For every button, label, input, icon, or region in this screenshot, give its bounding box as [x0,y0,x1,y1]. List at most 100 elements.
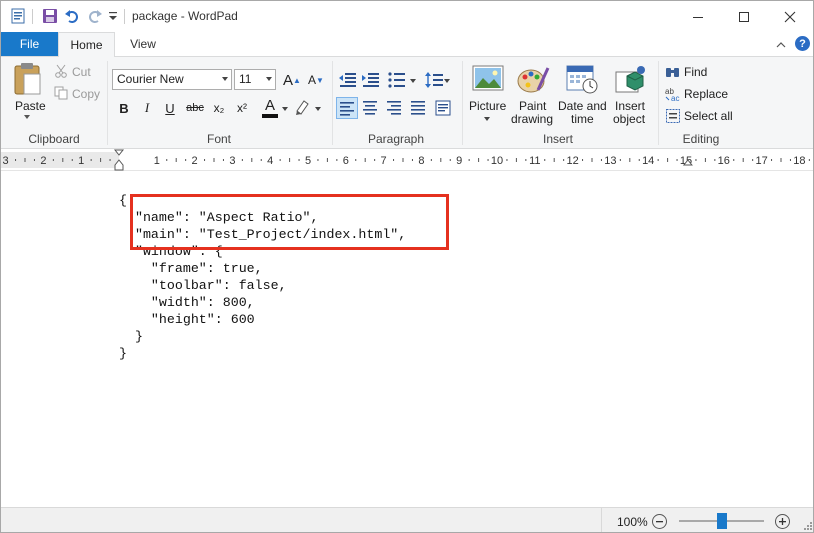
document-line[interactable]: "toolbar": false, [119,277,406,294]
ruler-tick [449,159,451,161]
wordpad-app-icon[interactable] [9,7,27,25]
undo-icon[interactable] [63,7,81,25]
ruler-tick [393,159,395,161]
bullets-button[interactable] [387,70,407,90]
paint-drawing-label-2[interactable]: drawing [511,112,553,126]
window-title: package - WordPad [132,9,238,23]
ruler-tick [600,159,602,161]
maximize-button[interactable] [721,1,767,32]
align-left-button[interactable] [336,97,358,119]
group-separator [462,61,463,145]
shrink-font-button[interactable]: A ▼ [305,69,327,91]
date-time-label-2[interactable]: time [571,112,594,126]
highlight-color-button[interactable] [291,97,313,119]
subscript-button[interactable]: x₂ [208,97,230,119]
select-all-button[interactable]: Select all [684,109,733,123]
line-spacing-icon [425,72,443,88]
ruler-tick [213,158,215,162]
ruler-tick [619,159,621,161]
ruler-tick [166,159,168,161]
document-line[interactable]: "height": 600 [119,311,406,328]
ruler-number: 17 [755,155,767,167]
select-all-icon [665,108,681,124]
paragraph-settings-button[interactable] [433,98,453,118]
italic-button[interactable]: I [136,97,158,119]
document-line[interactable]: "width": 800, [119,294,406,311]
align-right-button[interactable] [384,98,404,118]
ruler-number: 4 [267,155,273,167]
copy-button[interactable]: Copy [72,87,100,101]
increase-indent-button[interactable] [361,70,381,90]
align-right-icon [387,101,401,115]
customize-dropdown-icon[interactable] [106,7,120,25]
document-line[interactable]: } [119,345,406,362]
copy-icon [54,86,68,100]
line-spacing-dropdown-icon[interactable] [444,79,450,83]
resize-grip-icon[interactable] [801,521,813,532]
line-spacing-button[interactable] [424,70,444,90]
group-label-clipboard: Clipboard [28,132,80,146]
superscript-button[interactable]: x² [231,97,253,119]
ruler-tick [544,159,546,161]
zoom-level-text: 100% [617,515,648,529]
insert-object-label-2[interactable]: object [613,112,645,126]
redo-icon[interactable] [86,7,104,25]
paste-button[interactable]: Paste [15,99,46,113]
save-icon[interactable] [41,7,59,25]
cut-button[interactable]: Cut [72,65,91,79]
font-size-select[interactable]: 11 [234,69,276,90]
replace-button[interactable]: Replace [684,87,728,101]
ruler-number: 11 [529,155,540,167]
ruler-number: 3 [3,155,9,167]
picture-dropdown-icon[interactable] [484,117,490,121]
zoom-slider-thumb[interactable] [716,513,727,529]
decrease-indent-button[interactable] [338,70,358,90]
bold-button[interactable]: B [113,97,135,119]
paste-icon[interactable] [13,62,43,96]
text-color-button[interactable]: A [259,97,281,119]
ruler-tick [515,158,517,162]
date-time-label-1[interactable]: Date and [558,99,607,113]
close-button[interactable] [767,1,813,32]
grow-font-button[interactable]: A ▲ [281,69,303,91]
picture-button[interactable]: Picture [469,99,506,113]
tab-view[interactable]: View [118,32,168,56]
minimize-ribbon-icon[interactable] [775,39,787,49]
ruler-tick [326,158,328,162]
find-button[interactable]: Find [684,65,707,79]
text-color-dropdown-icon[interactable] [282,107,288,111]
align-center-button[interactable] [360,98,380,118]
ruler-tick [317,159,319,161]
document-line[interactable]: } [119,328,406,345]
paste-dropdown-icon[interactable] [24,115,30,119]
zoom-out-button[interactable] [652,514,667,529]
ribbon-home: Paste Cut Copy Clipboard Courier New 11 … [1,56,813,149]
zoom-in-button[interactable] [775,514,790,529]
ruler-tick [260,159,262,161]
tab-home[interactable]: Home [58,32,115,57]
insert-object-label-1[interactable]: Insert [615,99,645,113]
highlight-dropdown-icon[interactable] [315,107,321,111]
ruler-tick [563,159,565,161]
bullets-dropdown-icon[interactable] [410,79,416,83]
ruler[interactable]: 3 2 1 1 2 3 4 5 6 7 8 9 10 11 12 13 14 15 16 17 18 [1,149,813,171]
ruler-tick [742,158,744,162]
document-line[interactable]: "frame": true, [119,260,406,277]
ruler-tick [52,159,54,161]
justify-button[interactable] [408,98,428,118]
ruler-number: 14 [642,155,654,167]
ruler-tick [667,158,669,162]
strikethrough-button[interactable]: abc [184,97,206,119]
ruler-tick [789,159,791,161]
ruler-tick [62,158,64,162]
ruler-tick [100,158,102,162]
minimize-button[interactable] [675,1,721,32]
underline-button[interactable]: U [159,97,181,119]
tab-file[interactable]: File [1,32,58,56]
grow-font-icon: A [283,71,294,89]
font-family-select[interactable]: Courier New [112,69,232,90]
ruler-number: 13 [604,155,616,167]
help-icon[interactable]: ? [795,36,810,51]
quick-access-divider [32,9,33,24]
paint-drawing-label-1[interactable]: Paint [519,99,546,113]
